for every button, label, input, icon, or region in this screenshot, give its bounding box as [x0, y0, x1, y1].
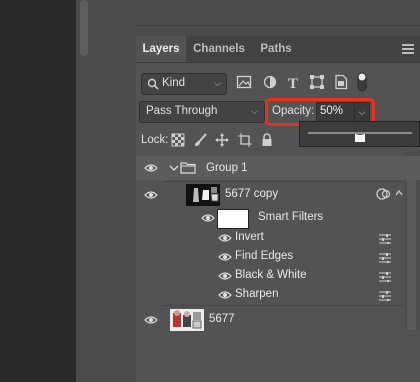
layer-name-smart-object: 5677 copy: [225, 188, 279, 200]
filter-blending-options-icon[interactable]: [379, 253, 391, 263]
shape-layer-filter-icon[interactable]: [309, 74, 325, 90]
smart-filter-row[interactable]: Black & White: [136, 267, 420, 286]
smart-filter-mask-thumbnail[interactable]: [217, 209, 249, 229]
search-icon: [147, 78, 159, 90]
eye-icon[interactable]: [144, 163, 158, 173]
artboard-lock-icon[interactable]: [238, 133, 252, 147]
layer-name-base: 5677: [209, 313, 235, 325]
canvas-area: [0, 0, 76, 382]
eye-icon[interactable]: [218, 290, 232, 300]
chevron-down-icon[interactable]: [169, 163, 179, 173]
smart-filter-options-icon[interactable]: [376, 187, 392, 201]
lock-all-icon[interactable]: [260, 133, 274, 147]
chevron-down-icon: ⌵: [251, 106, 258, 116]
smart-filter-name: Sharpen: [235, 288, 279, 300]
brush-icon[interactable]: [194, 133, 208, 147]
layer-row-group[interactable]: Group 1: [136, 156, 420, 180]
dock-scrollbar[interactable]: [80, 0, 88, 56]
tab-paths[interactable]: Paths: [254, 36, 298, 62]
panel-top-strip: [136, 0, 420, 36]
filter-blending-options-icon[interactable]: [379, 272, 391, 282]
svg-text:T: T: [288, 76, 298, 90]
opacity-slider-thumb[interactable]: [355, 134, 365, 142]
eye-icon[interactable]: [218, 271, 232, 281]
eye-icon[interactable]: [218, 252, 232, 262]
smart-filter-name: Invert: [235, 231, 264, 243]
layer-thumbnail-photo: [170, 309, 204, 331]
eye-icon[interactable]: [218, 233, 232, 243]
layer-thumbnail-inverted: [186, 184, 220, 206]
filter-blending-options-icon[interactable]: [379, 234, 391, 244]
filter-toggle-switch[interactable]: [356, 71, 368, 93]
smart-filters-row[interactable]: Smart Filters: [136, 207, 420, 229]
smart-object-filter-icon[interactable]: [333, 74, 349, 90]
tab-layers[interactable]: Layers: [136, 36, 186, 62]
smart-filter-row[interactable]: Sharpen: [136, 286, 420, 305]
tab-channels[interactable]: Channels: [188, 36, 250, 62]
type-layer-filter-icon[interactable]: T: [286, 74, 302, 90]
folder-icon: [180, 162, 196, 174]
pixel-layer-filter-icon[interactable]: [236, 74, 252, 90]
chevron-down-icon: ⌵: [214, 78, 221, 88]
layer-name-group: Group 1: [206, 162, 248, 174]
opacity-slider-popup[interactable]: [299, 121, 420, 147]
chevron-up-icon[interactable]: [395, 189, 403, 197]
panel-dock-gutter: [76, 0, 136, 382]
filter-blending-options-icon[interactable]: [379, 291, 391, 301]
eye-icon[interactable]: [201, 213, 215, 223]
adjustment-layer-filter-icon[interactable]: [262, 74, 278, 90]
move-icon[interactable]: [215, 133, 229, 147]
layer-row-smart-object[interactable]: 5677 copy: [136, 181, 420, 207]
panel-menu-icon[interactable]: [402, 44, 414, 54]
smart-filter-name: Black & White: [235, 269, 307, 281]
blend-mode-label: Pass Through: [146, 105, 218, 117]
eye-icon[interactable]: [144, 190, 158, 200]
smart-filters-label: Smart Filters: [258, 211, 324, 223]
lock-transparent-pixels-icon[interactable]: [171, 133, 185, 147]
lock-label: Lock:: [141, 134, 169, 146]
eye-icon[interactable]: [144, 315, 158, 325]
smart-filter-row[interactable]: Invert: [136, 229, 420, 248]
layer-row-base[interactable]: 5677: [136, 306, 420, 332]
filter-kind-label: Kind: [162, 77, 186, 89]
smart-filter-name: Find Edges: [235, 250, 294, 262]
blend-mode-dropdown[interactable]: Pass Through ⌵: [139, 101, 265, 123]
smart-filter-row[interactable]: Find Edges: [136, 248, 420, 267]
filter-kind-dropdown[interactable]: Kind ⌵: [141, 73, 227, 95]
panel-tab-bar: Layers Channels Paths: [136, 36, 420, 63]
